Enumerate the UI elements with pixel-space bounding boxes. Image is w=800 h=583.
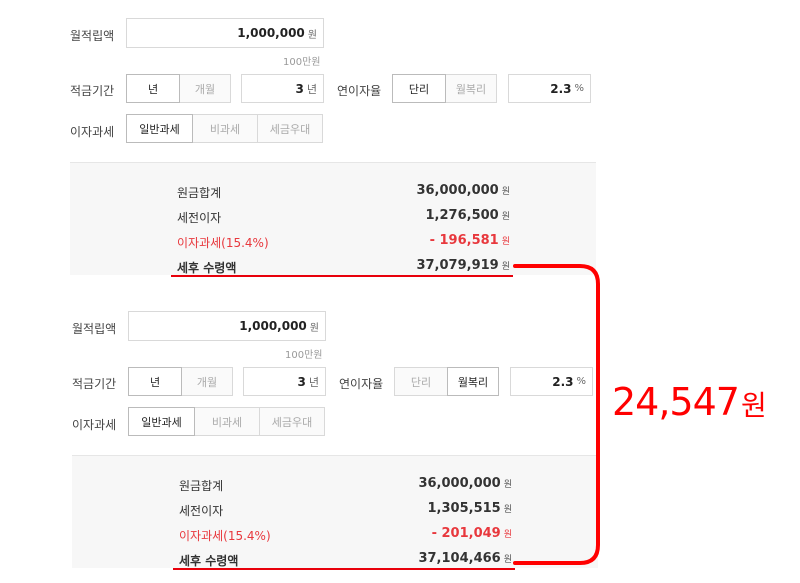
- difference-unit: 원: [740, 389, 767, 422]
- difference-value: 24,547: [612, 380, 740, 424]
- period-option-year[interactable]: 년: [126, 74, 180, 103]
- rate-option-simple[interactable]: 단리: [392, 74, 446, 103]
- period-option-year[interactable]: 년: [128, 367, 182, 396]
- rate-option-compound[interactable]: 월복리: [447, 367, 499, 396]
- tax-option-general[interactable]: 일반과세: [128, 407, 195, 436]
- tax-option-general[interactable]: 일반과세: [126, 114, 193, 143]
- difference-annotation: 24,547원: [612, 380, 767, 424]
